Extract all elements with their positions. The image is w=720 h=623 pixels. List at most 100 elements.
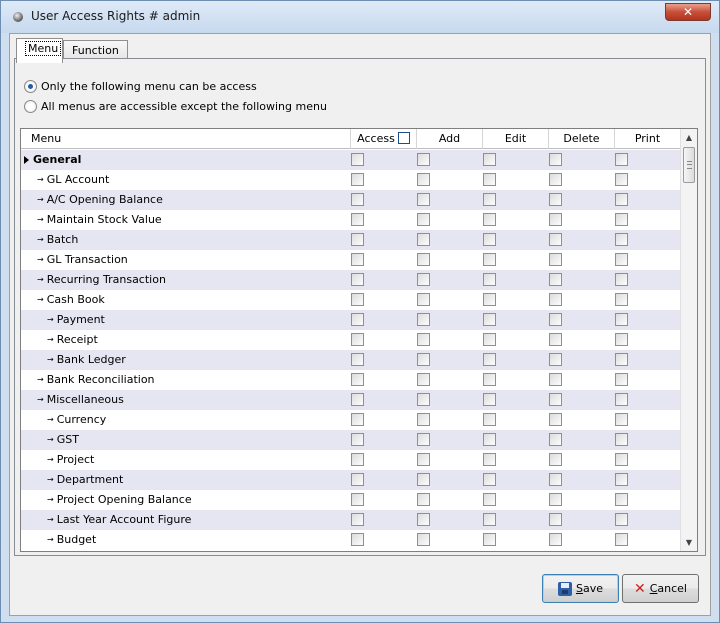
print-checkbox[interactable] bbox=[615, 293, 628, 306]
add-checkbox[interactable] bbox=[417, 353, 430, 366]
print-checkbox[interactable] bbox=[615, 533, 628, 546]
print-checkbox[interactable] bbox=[615, 233, 628, 246]
access-checkbox[interactable] bbox=[351, 393, 364, 406]
access-checkbox[interactable] bbox=[351, 173, 364, 186]
table-row[interactable]: General bbox=[21, 150, 681, 170]
add-checkbox[interactable] bbox=[417, 493, 430, 506]
delete-checkbox[interactable] bbox=[549, 453, 562, 466]
edit-checkbox[interactable] bbox=[483, 273, 496, 286]
cancel-button[interactable]: ✕ Cancel bbox=[622, 574, 699, 603]
table-row[interactable]: → Batch bbox=[21, 230, 681, 250]
add-checkbox[interactable] bbox=[417, 333, 430, 346]
delete-checkbox[interactable] bbox=[549, 273, 562, 286]
vertical-scrollbar[interactable]: ▲ ▼ bbox=[680, 129, 697, 551]
radio-all-except-button[interactable] bbox=[24, 99, 37, 113]
add-checkbox[interactable] bbox=[417, 413, 430, 426]
access-checkbox[interactable] bbox=[351, 293, 364, 306]
delete-checkbox[interactable] bbox=[549, 213, 562, 226]
edit-checkbox[interactable] bbox=[483, 233, 496, 246]
add-checkbox[interactable] bbox=[417, 373, 430, 386]
column-header-menu[interactable]: Menu bbox=[21, 129, 351, 149]
print-checkbox[interactable] bbox=[615, 153, 628, 166]
add-checkbox[interactable] bbox=[417, 213, 430, 226]
edit-checkbox[interactable] bbox=[483, 453, 496, 466]
edit-checkbox[interactable] bbox=[483, 313, 496, 326]
delete-checkbox[interactable] bbox=[549, 393, 562, 406]
select-all-access-checkbox[interactable] bbox=[397, 132, 410, 144]
print-checkbox[interactable] bbox=[615, 453, 628, 466]
column-header-access[interactable]: Access bbox=[351, 129, 417, 149]
radio-all-except[interactable]: All menus are accessible except the foll… bbox=[24, 98, 327, 114]
print-checkbox[interactable] bbox=[615, 373, 628, 386]
table-row[interactable]: → Maintain Stock Value bbox=[21, 210, 681, 230]
delete-checkbox[interactable] bbox=[549, 353, 562, 366]
delete-checkbox[interactable] bbox=[549, 513, 562, 526]
scroll-down-icon[interactable]: ▼ bbox=[681, 534, 697, 551]
delete-checkbox[interactable] bbox=[549, 153, 562, 166]
print-checkbox[interactable] bbox=[615, 333, 628, 346]
edit-checkbox[interactable] bbox=[483, 393, 496, 406]
access-checkbox[interactable] bbox=[351, 473, 364, 486]
print-checkbox[interactable] bbox=[615, 193, 628, 206]
edit-checkbox[interactable] bbox=[483, 473, 496, 486]
access-checkbox[interactable] bbox=[351, 313, 364, 326]
add-checkbox[interactable] bbox=[417, 233, 430, 246]
print-checkbox[interactable] bbox=[615, 273, 628, 286]
table-row[interactable]: → Department bbox=[21, 470, 681, 490]
title-bar[interactable]: User Access Rights # admin ✕ bbox=[1, 1, 719, 33]
delete-checkbox[interactable] bbox=[549, 493, 562, 506]
table-row[interactable]: → GL Account bbox=[21, 170, 681, 190]
table-row[interactable]: → Cash Book bbox=[21, 290, 681, 310]
add-checkbox[interactable] bbox=[417, 513, 430, 526]
table-row[interactable]: → Project bbox=[21, 450, 681, 470]
radio-only-following[interactable]: Only the following menu can be access bbox=[24, 78, 257, 94]
table-row[interactable]: → Recurring Transaction bbox=[21, 270, 681, 290]
access-checkbox[interactable] bbox=[351, 533, 364, 546]
access-checkbox[interactable] bbox=[351, 493, 364, 506]
access-checkbox[interactable] bbox=[351, 373, 364, 386]
table-row[interactable]: → GST bbox=[21, 430, 681, 450]
delete-checkbox[interactable] bbox=[549, 193, 562, 206]
column-header-edit[interactable]: Edit bbox=[483, 129, 549, 149]
tab-menu[interactable]: Menu bbox=[16, 38, 63, 63]
delete-checkbox[interactable] bbox=[549, 473, 562, 486]
edit-checkbox[interactable] bbox=[483, 413, 496, 426]
print-checkbox[interactable] bbox=[615, 313, 628, 326]
table-row[interactable]: → Payment bbox=[21, 310, 681, 330]
delete-checkbox[interactable] bbox=[549, 333, 562, 346]
table-row[interactable]: → Last Year Account Figure bbox=[21, 510, 681, 530]
table-row[interactable]: → Budget bbox=[21, 530, 681, 550]
add-checkbox[interactable] bbox=[417, 393, 430, 406]
print-checkbox[interactable] bbox=[615, 213, 628, 226]
add-checkbox[interactable] bbox=[417, 153, 430, 166]
edit-checkbox[interactable] bbox=[483, 493, 496, 506]
add-checkbox[interactable] bbox=[417, 313, 430, 326]
delete-checkbox[interactable] bbox=[549, 433, 562, 446]
delete-checkbox[interactable] bbox=[549, 533, 562, 546]
table-row[interactable]: → Miscellaneous bbox=[21, 390, 681, 410]
add-checkbox[interactable] bbox=[417, 433, 430, 446]
add-checkbox[interactable] bbox=[417, 293, 430, 306]
add-checkbox[interactable] bbox=[417, 253, 430, 266]
access-checkbox[interactable] bbox=[351, 353, 364, 366]
edit-checkbox[interactable] bbox=[483, 193, 496, 206]
access-checkbox[interactable] bbox=[351, 453, 364, 466]
table-row[interactable]: → GL Transaction bbox=[21, 250, 681, 270]
delete-checkbox[interactable] bbox=[549, 373, 562, 386]
add-checkbox[interactable] bbox=[417, 473, 430, 486]
edit-checkbox[interactable] bbox=[483, 173, 496, 186]
delete-checkbox[interactable] bbox=[549, 253, 562, 266]
edit-checkbox[interactable] bbox=[483, 253, 496, 266]
access-checkbox[interactable] bbox=[351, 333, 364, 346]
add-checkbox[interactable] bbox=[417, 453, 430, 466]
delete-checkbox[interactable] bbox=[549, 413, 562, 426]
print-checkbox[interactable] bbox=[615, 173, 628, 186]
print-checkbox[interactable] bbox=[615, 493, 628, 506]
print-checkbox[interactable] bbox=[615, 393, 628, 406]
delete-checkbox[interactable] bbox=[549, 293, 562, 306]
access-checkbox[interactable] bbox=[351, 273, 364, 286]
table-row[interactable]: → Bank Reconciliation bbox=[21, 370, 681, 390]
add-checkbox[interactable] bbox=[417, 173, 430, 186]
edit-checkbox[interactable] bbox=[483, 213, 496, 226]
access-checkbox[interactable] bbox=[351, 233, 364, 246]
